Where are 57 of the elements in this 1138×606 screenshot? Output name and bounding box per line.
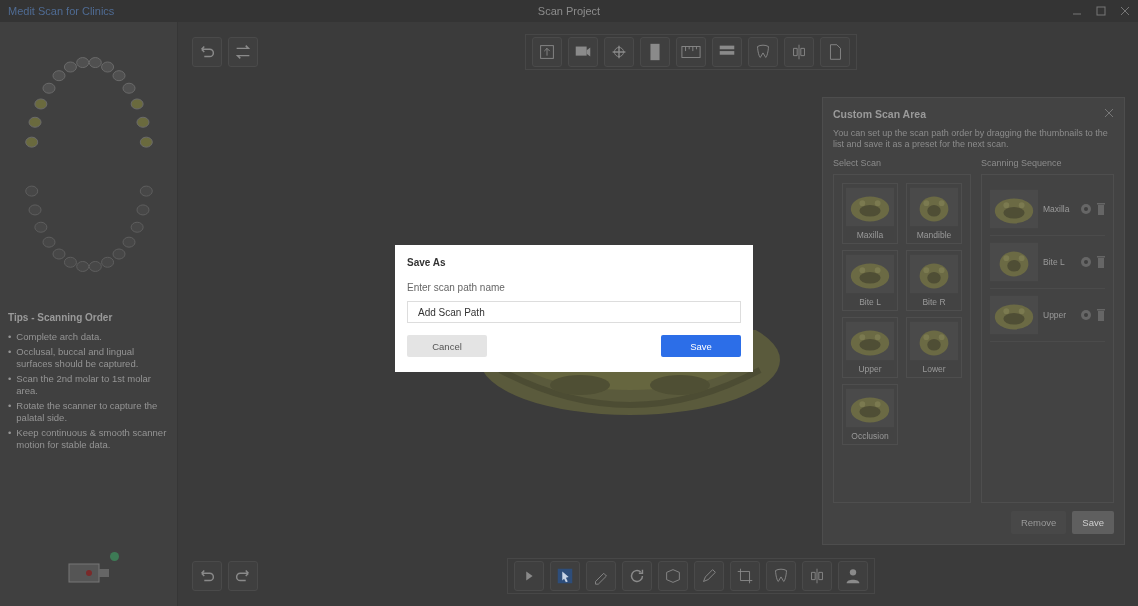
- save-button[interactable]: Save: [661, 335, 741, 357]
- tip-item: Keep continuous & smooth scanner motion for stable data.: [16, 426, 168, 452]
- column-header: Scanning Sequence: [981, 158, 1063, 168]
- bullet: •: [8, 345, 12, 359]
- sequence-label: Bite L: [1043, 257, 1066, 267]
- scan-thumbnail[interactable]: Upper: [842, 317, 898, 378]
- toolbar-button[interactable]: [712, 37, 742, 67]
- toolbar-button[interactable]: [228, 37, 258, 67]
- dialog-title: Save As: [407, 257, 447, 268]
- tip-item: Scan the 2nd molar to 1st molar area.: [16, 372, 152, 398]
- toolbar-button[interactable]: [228, 561, 258, 591]
- cancel-button[interactable]: Cancel: [407, 335, 487, 357]
- upload-icon: [537, 42, 557, 62]
- trash-icon[interactable]: [1097, 309, 1105, 321]
- bullet: •: [8, 331, 12, 344]
- scan-thumbnail[interactable]: Mandible: [906, 183, 962, 244]
- toolbar-button[interactable]: [838, 561, 868, 591]
- tip-item: Rotate the scanner to capture the palatal side.: [16, 399, 159, 425]
- scan-thumbnail[interactable]: Maxilla: [842, 183, 898, 244]
- tip-item: Complete arch data.: [16, 331, 102, 344]
- toolbar-button[interactable]: [640, 37, 670, 67]
- cursor-icon: [555, 566, 575, 586]
- tips-title: Tips - Scanning Order: [8, 312, 114, 323]
- scan-thumbnail[interactable]: Lower: [906, 317, 962, 378]
- maximize-icon[interactable]: [1096, 6, 1106, 16]
- bullet: •: [8, 426, 12, 440]
- trash-icon[interactable]: [1097, 256, 1105, 268]
- crop-icon: [735, 566, 755, 586]
- toolbar-button[interactable]: [192, 37, 222, 67]
- sequence-label: Maxilla: [1043, 204, 1071, 214]
- status-dot: [109, 552, 119, 561]
- close-icon[interactable]: [1104, 108, 1114, 118]
- panel-button[interactable]: Save: [1072, 511, 1114, 534]
- column-header: Select Scan: [833, 158, 883, 168]
- scan-thumbnail[interactable]: Occlusion: [842, 384, 898, 445]
- tip-item: Occlusal, buccal and lingual surfaces should be captured.: [16, 345, 140, 371]
- trash-icon[interactable]: [1097, 203, 1105, 215]
- toolbar-button[interactable]: [550, 561, 580, 591]
- toolbar-button[interactable]: [676, 37, 706, 67]
- bullet: •: [8, 372, 12, 386]
- sequence-label: Upper: [1043, 310, 1068, 320]
- panel-description: You can set up the scan path order by dragging the thumbnails to the list and save it as a preset for the next scan.: [833, 128, 1109, 150]
- swap-icon: [233, 42, 253, 62]
- window-title: Scan Project: [537, 5, 601, 17]
- dialog-prompt: Enter scan path name: [407, 282, 506, 293]
- toolbar-button[interactable]: [192, 561, 222, 591]
- scan-thumbnail[interactable]: Bite L: [842, 250, 898, 311]
- app-title: Medit Scan for Clinics: [8, 5, 115, 17]
- toolbar-button[interactable]: [730, 561, 760, 591]
- toolbar-button[interactable]: [622, 561, 652, 591]
- name-field[interactable]: Add Scan Path: [407, 301, 741, 323]
- bullet: •: [8, 399, 12, 413]
- scan-thumbnail[interactable]: Bite R: [906, 250, 962, 311]
- panel-title: Custom Scan Area: [833, 108, 926, 120]
- toolbar-button[interactable]: [568, 37, 598, 67]
- panel-button[interactable]: Remove: [1010, 511, 1067, 534]
- close-icon[interactable]: [1120, 6, 1130, 16]
